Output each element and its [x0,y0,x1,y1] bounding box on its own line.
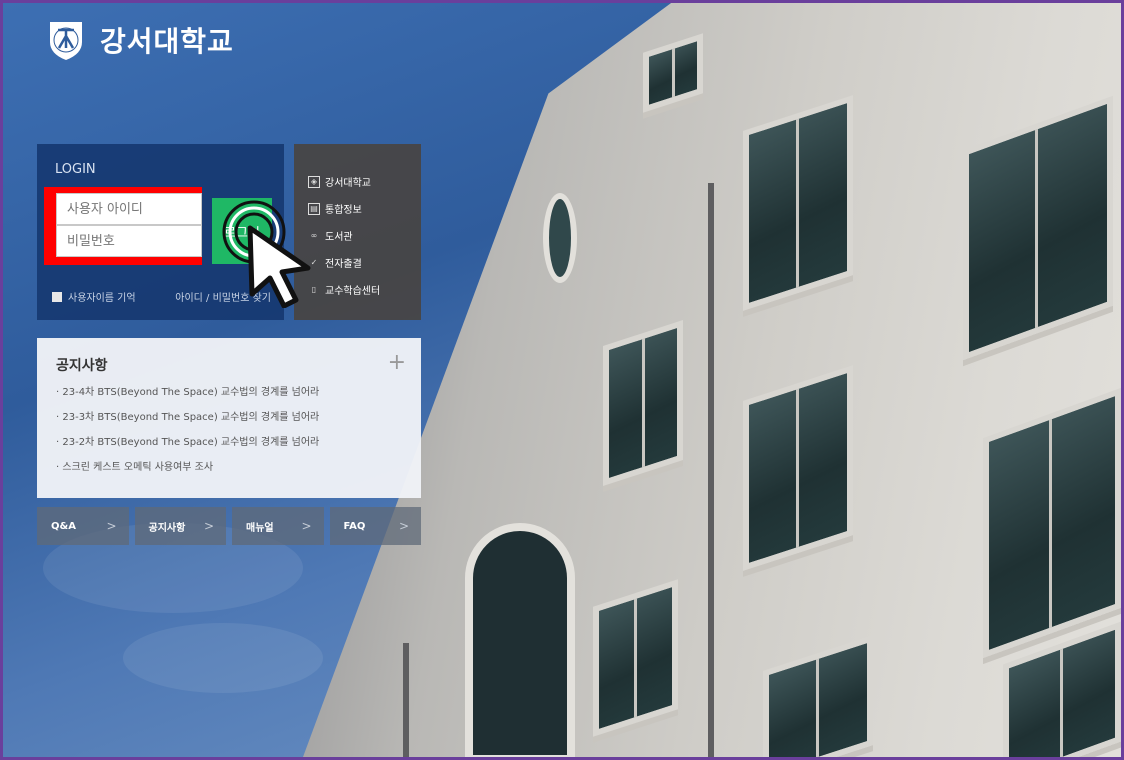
university-logo[interactable]: 강서대학교 [44,18,234,62]
quick-menu-label: 교수학습센터 [325,286,381,297]
document-icon: ▤ [308,202,320,215]
notice-title: 공지사항 [56,358,108,374]
notice-item[interactable]: 23-4차 BTS(Beyond The Space) 교수법의 경계를 넘어라 [56,386,319,411]
login-panel: LOGIN 로그인 사용자이름 기억 아이디 / 비밀번호 찾기 [37,144,284,320]
notice-item[interactable]: 23-3차 BTS(Beyond The Space) 교수법의 경계를 넘어라 [56,411,319,436]
window [593,579,678,737]
password-input[interactable] [56,225,202,257]
plus-icon[interactable]: + [388,350,406,375]
shield-emblem-icon [50,22,82,60]
faq-button-label: FAQ [343,520,366,532]
qna-button-label: Q&A [51,520,76,532]
login-title: LOGIN [55,162,96,177]
remember-label: 사용자이름 기억 [68,293,136,304]
manual-button-label: 매뉴얼 [246,522,274,534]
quick-menu-label: 도서관 [325,232,353,243]
logo-text: 강서대학교 [100,25,234,58]
username-input[interactable] [56,193,202,225]
remember-checkbox[interactable] [52,291,62,302]
quick-menu-item-teaching-center[interactable]: ▯ 교수학습센터 [294,276,421,303]
quick-menu-item-integrated-info[interactable]: ▤ 통합정보 [294,195,421,222]
chevron-right-icon: > [398,519,409,533]
book-icon: ▯ [311,285,317,294]
school-icon: ◈ [308,175,320,188]
window [743,95,853,311]
notice-list: 23-4차 BTS(Beyond The Space) 교수법의 경계를 넘어라… [56,386,319,486]
check-icon: ✓ [310,258,318,267]
quick-menu-label: 전자출결 [325,259,362,270]
manual-button[interactable]: 매뉴얼 > [232,507,324,545]
find-id-password-link[interactable]: 아이디 / 비밀번호 찾기 [175,289,271,304]
chevron-right-icon: > [301,519,312,533]
quick-menu-label: 통합정보 [325,205,362,216]
notice-item[interactable]: 23-2차 BTS(Beyond The Space) 교수법의 경계를 넘어라 [56,436,319,461]
notice-item[interactable]: 스크린 케스트 오메틱 사용여부 조사 [56,461,319,486]
quick-menu-item-university[interactable]: ◈ 강서대학교 [294,168,421,195]
notice-button-label: 공지사항 [148,522,186,534]
cloud [123,623,323,693]
notice-board: 공지사항 + 23-4차 BTS(Beyond The Space) 교수법의 … [37,338,421,498]
window [743,365,853,571]
login-button[interactable]: 로그인 [212,198,272,264]
login-field-highlight [44,187,202,265]
link-icon: ∞ [310,231,318,240]
quick-menu: ◈ 강서대학교 ▤ 통합정보 ∞ 도서관 ✓ 전자출결 ▯ 교수학습센터 [294,144,421,320]
chevron-right-icon: > [106,519,117,533]
chevron-right-icon: > [203,519,214,533]
notice-button[interactable]: 공지사항 > [134,507,226,545]
round-window [543,193,577,283]
quick-menu-item-attendance[interactable]: ✓ 전자출결 [294,249,421,276]
campus-building-photo [303,3,1121,757]
remember-username[interactable]: 사용자이름 기억 [52,289,136,304]
qna-button[interactable]: Q&A > [37,507,129,545]
arched-window [465,523,575,757]
drain-pipe [708,183,714,757]
quick-menu-label: 강서대학교 [325,178,371,189]
faq-button[interactable]: FAQ > [329,507,421,545]
drain-pipe [403,643,409,757]
quick-menu-item-library[interactable]: ∞ 도서관 [294,222,421,249]
bottom-button-row: Q&A > 공지사항 > 매뉴얼 > FAQ > [37,507,421,545]
window [603,320,683,486]
